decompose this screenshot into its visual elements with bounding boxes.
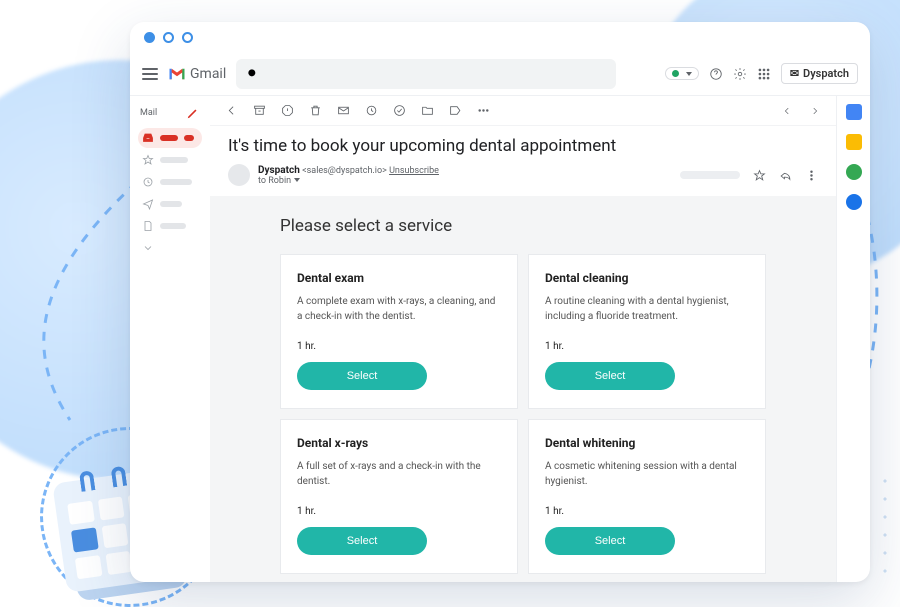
chevron-down-icon[interactable] — [294, 178, 300, 182]
prev-icon[interactable] — [780, 104, 794, 118]
sidebar-item-starred[interactable] — [138, 150, 202, 170]
add-task-icon[interactable] — [392, 104, 406, 118]
apps-grid-icon[interactable] — [757, 67, 771, 81]
sender-name: Dyspatch — [258, 165, 300, 176]
chevron-down-icon — [142, 242, 154, 254]
service-desc: A cosmetic whitening session with a dent… — [545, 460, 749, 492]
spam-icon[interactable] — [280, 104, 294, 118]
service-title: Dental exam — [297, 271, 501, 285]
sidebar-item-inbox[interactable] — [138, 128, 202, 148]
email-body: Please select a service Dental exam A com… — [210, 196, 836, 582]
move-icon[interactable] — [420, 104, 434, 118]
service-desc: A full set of x-rays and a check-in with… — [297, 460, 501, 492]
service-desc: A routine cleaning with a dental hygieni… — [545, 295, 749, 327]
sidebar-item-more[interactable] — [138, 238, 202, 258]
email-subject: It's time to book your upcoming dental a… — [210, 126, 836, 162]
more-icon[interactable] — [476, 104, 490, 118]
sidepanel-keep-icon[interactable] — [846, 134, 862, 150]
account-button[interactable]: ✉ Dyspatch — [781, 63, 858, 84]
window-titlebar — [130, 22, 870, 52]
service-card: Dental exam A complete exam with x-rays, … — [280, 254, 518, 409]
service-title: Dental x-rays — [297, 436, 501, 450]
sender-avatar[interactable] — [228, 164, 250, 186]
snooze-icon[interactable] — [364, 104, 378, 118]
sidepanel-contacts-icon[interactable] — [846, 194, 862, 210]
settings-gear-icon[interactable] — [733, 67, 747, 81]
sidebar-section-label: Mail — [140, 108, 157, 118]
body-heading: Please select a service — [280, 216, 766, 236]
sidebar: Mail — [130, 96, 210, 582]
unsubscribe-link[interactable]: Unsubscribe — [389, 166, 439, 176]
sender-address: <sales@dyspatch.io> — [302, 166, 387, 176]
gmail-logo-text: Gmail — [190, 66, 226, 82]
date-placeholder — [680, 171, 740, 179]
sidebar-item-drafts[interactable] — [138, 216, 202, 236]
service-card: Dental whitening A cosmetic whitening ses… — [528, 419, 766, 574]
archive-icon[interactable] — [252, 104, 266, 118]
back-icon[interactable] — [224, 104, 238, 118]
menu-icon[interactable] — [142, 68, 158, 80]
chevron-down-icon — [686, 72, 692, 76]
window-dot — [144, 32, 155, 43]
sidebar-item-snoozed[interactable] — [138, 172, 202, 192]
right-side-panel — [836, 96, 870, 582]
sidepanel-tasks-icon[interactable] — [846, 164, 862, 180]
search-options-icon[interactable] — [592, 67, 606, 81]
service-duration: 1 hr. — [545, 341, 749, 352]
service-duration: 1 hr. — [545, 506, 749, 517]
status-pill[interactable] — [665, 67, 699, 80]
help-icon[interactable] — [709, 67, 723, 81]
sidebar-item-sent[interactable] — [138, 194, 202, 214]
search-input[interactable] — [268, 67, 584, 81]
service-duration: 1 hr. — [297, 506, 501, 517]
sent-icon — [142, 198, 154, 210]
file-icon — [142, 220, 154, 232]
search-icon — [246, 67, 260, 81]
inbox-icon — [142, 132, 154, 144]
next-icon[interactable] — [808, 104, 822, 118]
gmail-logo[interactable]: Gmail — [168, 66, 226, 82]
gmail-header: Gmail ✉ Dyspatch — [130, 52, 870, 96]
label-icon[interactable] — [448, 104, 462, 118]
star-icon — [142, 154, 154, 166]
window-dot — [182, 32, 193, 43]
service-title: Dental cleaning — [545, 271, 749, 285]
account-button-label: Dyspatch — [803, 67, 849, 80]
browser-window: Gmail ✉ Dyspatch Mail — [130, 22, 870, 582]
reply-icon[interactable] — [778, 168, 792, 182]
select-button[interactable]: Select — [545, 362, 675, 390]
compose-icon[interactable] — [186, 106, 200, 120]
select-button[interactable]: Select — [297, 527, 427, 555]
mail-icon: ✉ — [790, 67, 799, 80]
clock-icon — [142, 176, 154, 188]
service-duration: 1 hr. — [297, 341, 501, 352]
email-meta: Dyspatch <sales@dyspatch.io> Unsubscribe… — [210, 162, 836, 196]
sidepanel-calendar-icon[interactable] — [846, 104, 862, 120]
delete-icon[interactable] — [308, 104, 322, 118]
select-button[interactable]: Select — [545, 527, 675, 555]
service-card: Dental cleaning A routine cleaning with a… — [528, 254, 766, 409]
window-dot — [163, 32, 174, 43]
more-vert-icon[interactable] — [804, 168, 818, 182]
select-button[interactable]: Select — [297, 362, 427, 390]
mark-unread-icon[interactable] — [336, 104, 350, 118]
service-desc: A complete exam with x-rays, a cleaning,… — [297, 295, 501, 327]
service-card: Dental x-rays A full set of x-rays and a … — [280, 419, 518, 574]
search-bar[interactable] — [236, 59, 616, 89]
message-toolbar — [210, 96, 836, 126]
star-icon[interactable] — [752, 168, 766, 182]
presence-dot — [672, 70, 679, 77]
gmail-m-icon — [168, 67, 186, 81]
to-line: to Robin — [258, 176, 291, 186]
service-title: Dental whitening — [545, 436, 749, 450]
